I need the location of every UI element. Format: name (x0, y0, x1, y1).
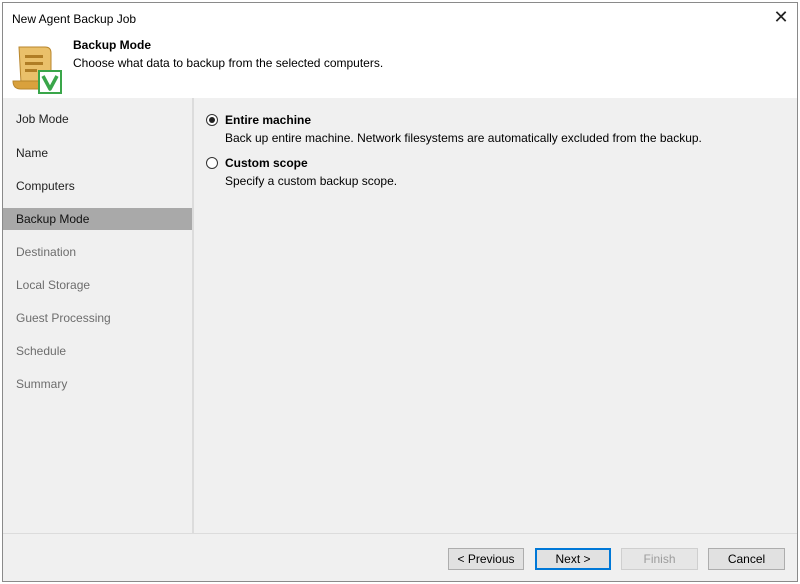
window-title: New Agent Backup Job (12, 12, 137, 26)
cancel-button[interactable]: Cancel (708, 548, 785, 570)
step-backup-mode[interactable]: Backup Mode (3, 208, 192, 230)
step-name[interactable]: Name (3, 142, 192, 164)
step-schedule: Schedule (16, 344, 67, 358)
wizard-header: Backup Mode Choose what data to backup f… (3, 33, 797, 99)
step-job-mode[interactable]: Job Mode (3, 108, 192, 130)
step-destination: Destination (16, 245, 77, 259)
close-icon[interactable]: ✕ (771, 8, 791, 28)
title-bar: New Agent Backup Job ✕ (3, 3, 797, 33)
steps-sidebar: Job Mode Name Computers Backup Mode Dest… (3, 98, 192, 533)
step-local-storage: Local Storage (16, 278, 91, 292)
step-guest-processing: Guest Processing (16, 311, 111, 325)
entire-machine-radio[interactable] (206, 114, 218, 126)
page-title: Backup Mode (73, 38, 152, 52)
custom-scope-description: Specify a custom backup scope. (225, 174, 398, 188)
custom-scope-radio[interactable] (206, 157, 218, 169)
next-button[interactable]: Next > (535, 548, 611, 570)
wizard-window: New Agent Backup Job ✕ Backup Mode Choos… (2, 2, 798, 582)
backup-scroll-icon (12, 46, 62, 94)
radio-selected-dot (209, 117, 215, 123)
custom-scope-label[interactable]: Custom scope (225, 156, 308, 170)
entire-machine-description: Back up entire machine. Network filesyst… (225, 131, 702, 145)
entire-machine-label[interactable]: Entire machine (225, 113, 311, 127)
step-computers[interactable]: Computers (3, 175, 192, 197)
options-panel: Entire machine Back up entire machine. N… (194, 98, 797, 533)
button-bar: < Previous Next > Finish Cancel (3, 533, 797, 581)
page-description: Choose what data to backup from the sele… (73, 56, 384, 70)
previous-button[interactable]: < Previous (448, 548, 524, 570)
step-summary: Summary (16, 377, 68, 391)
finish-button: Finish (621, 548, 698, 570)
